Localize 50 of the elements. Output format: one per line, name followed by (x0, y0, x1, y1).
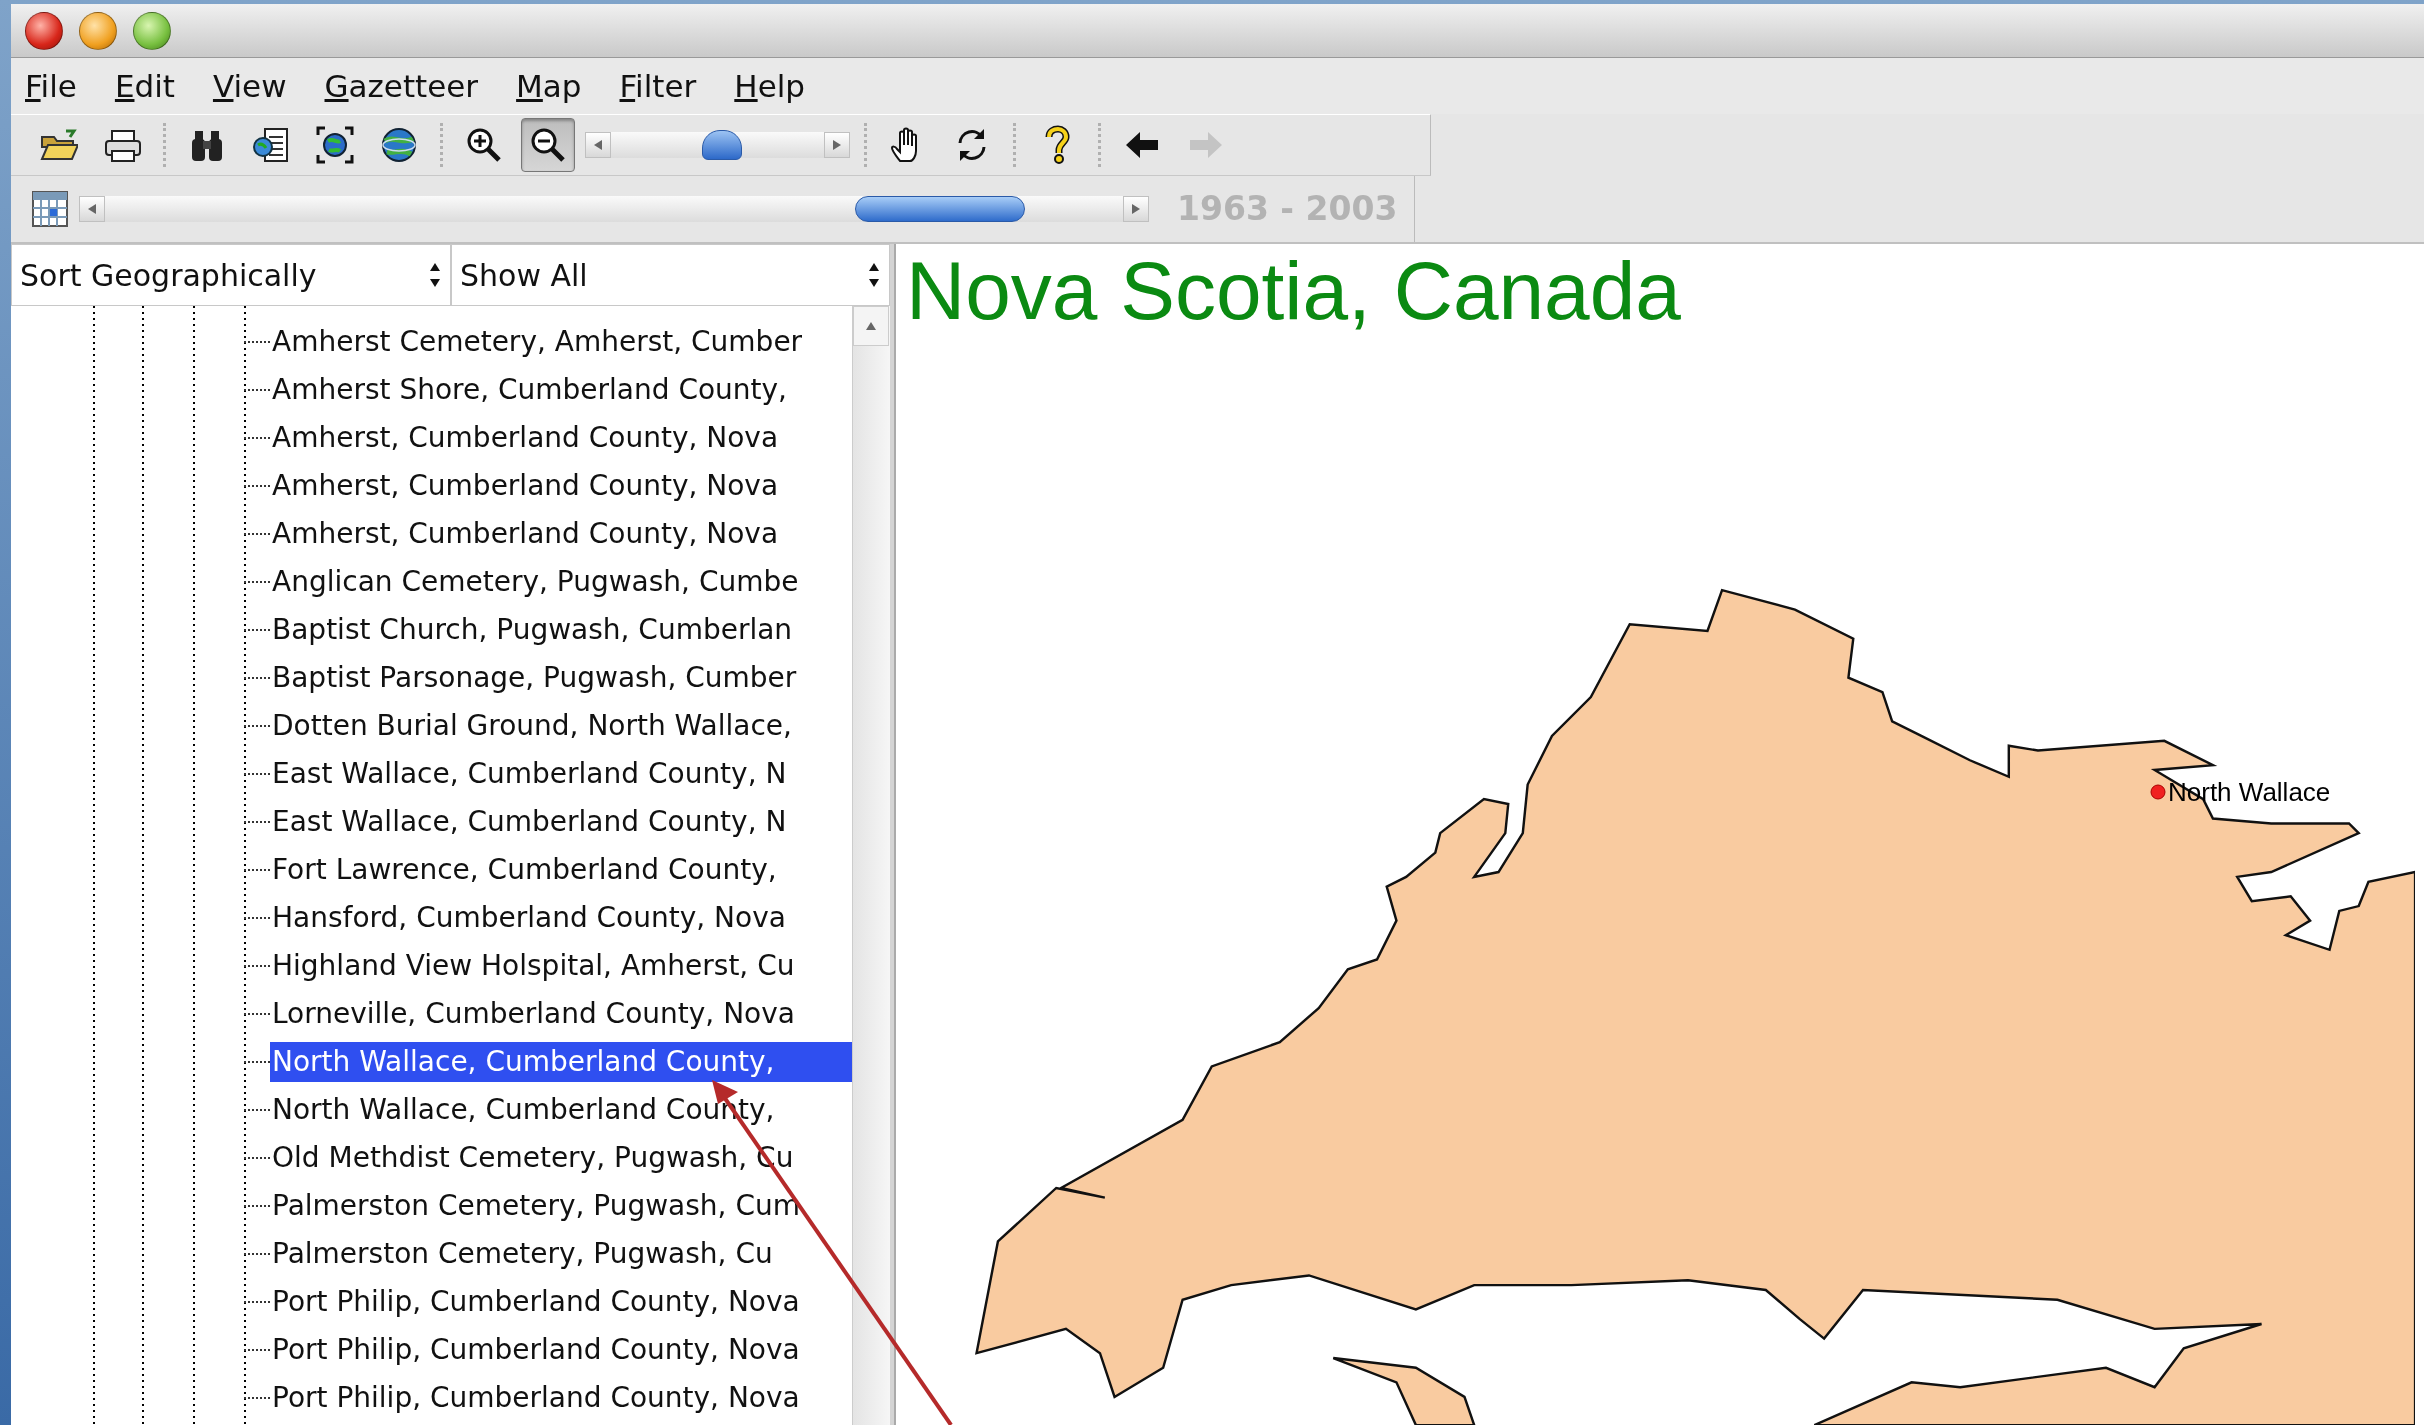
tree-item[interactable]: Amherst, Cumberland County, Nova (270, 514, 852, 554)
scroll-right-button[interactable] (824, 132, 850, 158)
tree-item[interactable]: Highland View Holspital, Amherst, Cu (270, 946, 852, 986)
tree-item[interactable]: Baptist Parsonage, Pugwash, Cumber (270, 658, 852, 698)
tree-item[interactable]: Lorneville, Cumberland County, Nova (270, 994, 852, 1034)
globe-icon (379, 125, 419, 165)
slider-thumb[interactable] (854, 196, 1025, 222)
tree-item[interactable]: Palmerston Cemetery, Pugwash, Cu (270, 1234, 852, 1274)
tree-item[interactable]: East Wallace, Cumberland County, N (270, 802, 852, 842)
tree-item[interactable]: Port Philip, Cumberland County, Nova (270, 1378, 852, 1418)
globe-document-icon (251, 125, 291, 165)
calendar-icon (31, 190, 69, 228)
tree-item[interactable]: Palmerston Cemetery, Pugwash, Cum (270, 1186, 852, 1226)
scroll-left-button[interactable] (585, 132, 611, 158)
map-frame-icon (315, 125, 355, 165)
tree-item[interactable]: Dotten Burial Ground, North Wallace, (270, 706, 852, 746)
tree-item[interactable]: Amherst, Cumberland County, Nova (270, 418, 852, 458)
dropdown[interactable]: Sort Geographically (11, 244, 451, 306)
minimize-button[interactable] (79, 11, 117, 50)
tree-item[interactable]: Fort Lawrence, Cumberland County, (270, 850, 852, 890)
tree-item[interactable]: East Wallace, Cumberland County, N (270, 754, 852, 794)
dropdown[interactable]: Show All (451, 244, 890, 306)
zoom-out-button[interactable] (521, 118, 575, 172)
scroll-left-button[interactable] (79, 196, 105, 222)
tree-item[interactable]: Amherst, Cumberland County, Nova (270, 466, 852, 506)
updown-arrows-icon (428, 261, 442, 289)
location-marker[interactable] (2150, 784, 2166, 800)
tree-item[interactable]: Baptist Church, Pugwash, Cumberlan (270, 610, 852, 650)
updown-arrows-icon (867, 261, 881, 289)
menu-item[interactable]: View (212, 62, 287, 110)
tree-item[interactable]: Port Philip, Cumberland County, Nova (270, 1282, 852, 1322)
menu-item[interactable]: Map (516, 62, 582, 110)
tree-item[interactable]: Hansford, Cumberland County, Nova (270, 898, 852, 938)
scrollbar[interactable] (852, 306, 890, 1425)
menu-item[interactable]: File (25, 62, 77, 110)
scroll-right-button[interactable] (1123, 196, 1149, 222)
slider-thumb[interactable] (701, 130, 742, 160)
tree-item[interactable]: Amherst Shore, Cumberland County, (270, 370, 852, 410)
tree-item[interactable]: North Wallace, Cumberland County, (270, 1042, 852, 1082)
tree-item[interactable]: Anglican Cemetery, Pugwash, Cumbe (270, 562, 852, 602)
menu-item[interactable]: Gazetteer (324, 62, 479, 110)
menu-item[interactable]: Edit (114, 62, 175, 110)
scroll-up-button[interactable] (853, 306, 889, 346)
map-title: Nova Scotia, Canada (905, 246, 1682, 337)
close-button[interactable] (25, 11, 63, 50)
tree-item[interactable]: Amherst Cemetery, Amherst, Cumber (270, 322, 852, 362)
menu-item[interactable]: Help (734, 62, 805, 110)
menu-item[interactable]: Filter (619, 62, 697, 110)
zoom-button[interactable] (133, 11, 171, 50)
tree-item[interactable]: Port Philip, Cumberland County, Nova (270, 1330, 852, 1370)
